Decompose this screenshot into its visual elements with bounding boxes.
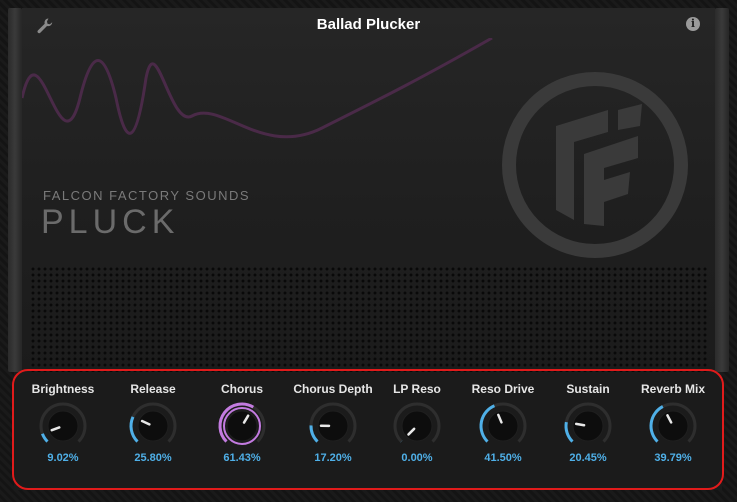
preset-title: Ballad Plucker bbox=[316, 16, 421, 33]
knob-value: 0.00% bbox=[401, 452, 433, 464]
knob-value: 39.79% bbox=[654, 452, 692, 464]
knob-label: Sustain bbox=[566, 382, 610, 396]
knob-body bbox=[47, 410, 79, 442]
knob-dial[interactable] bbox=[308, 401, 358, 451]
knob-value-arc bbox=[41, 433, 49, 443]
speaker-grille bbox=[30, 266, 707, 372]
knob-brightness: Brightness 9.02% bbox=[21, 382, 105, 482]
knob-dial[interactable] bbox=[217, 401, 267, 451]
right-rail bbox=[715, 8, 729, 372]
knob-dial[interactable] bbox=[128, 401, 178, 451]
knob-value-arc bbox=[564, 421, 574, 443]
knob-value: 25.80% bbox=[134, 452, 172, 464]
knob-label: Release bbox=[130, 382, 176, 396]
knob-dial[interactable] bbox=[563, 401, 613, 451]
knob-body bbox=[657, 410, 689, 442]
knob-label: Chorus Depth bbox=[293, 382, 373, 396]
brand-name: PLUCK bbox=[41, 203, 180, 241]
knob-value: 41.50% bbox=[484, 452, 522, 464]
knob-lp-reso: LP Reso 0.00% bbox=[375, 382, 459, 482]
knob-sustain: Sustain 20.45% bbox=[546, 382, 630, 482]
knob-value-arc bbox=[309, 425, 319, 443]
knob-chorus: Chorus 61.43% bbox=[200, 382, 284, 482]
left-rail bbox=[8, 8, 22, 372]
info-icon[interactable]: i bbox=[686, 17, 700, 31]
knob-value-arc bbox=[129, 416, 139, 443]
waveform-graphic bbox=[22, 38, 493, 139]
header-bar: Ballad Plucker i bbox=[22, 8, 715, 40]
knob-label: Reverb Mix bbox=[640, 382, 706, 396]
knob-body bbox=[487, 410, 519, 442]
knob-release: Release 25.80% bbox=[111, 382, 195, 482]
knob-dial[interactable] bbox=[38, 401, 88, 451]
knob-label: Chorus bbox=[221, 382, 263, 396]
knob-reso-drive: Reso Drive 41.50% bbox=[461, 382, 545, 482]
knob-dial[interactable] bbox=[648, 401, 698, 451]
falcon-logo-icon bbox=[502, 72, 688, 258]
knob-label: Reso Drive bbox=[471, 382, 535, 396]
knob-body bbox=[226, 410, 258, 442]
knob-value: 17.20% bbox=[314, 452, 352, 464]
knob-pointer bbox=[574, 422, 586, 427]
instrument-panel: Ballad Plucker i FALCON FACTORY SOUNDS P… bbox=[22, 8, 715, 372]
knob-body bbox=[401, 410, 433, 442]
knob-body bbox=[572, 410, 604, 442]
knob-dial[interactable] bbox=[392, 401, 442, 451]
knob-label: Brightness bbox=[31, 382, 95, 396]
brand-subtitle: FALCON FACTORY SOUNDS bbox=[43, 188, 251, 203]
knob-value: 61.43% bbox=[223, 452, 261, 464]
knob-reverb-mix: Reverb Mix 39.79% bbox=[631, 382, 715, 482]
knob-value: 9.02% bbox=[47, 452, 79, 464]
knob-label: LP Reso bbox=[393, 382, 441, 396]
knob-body bbox=[137, 410, 169, 442]
knob-dial[interactable] bbox=[478, 401, 528, 451]
knob-chorus-depth: Chorus Depth 17.20% bbox=[291, 382, 375, 482]
knob-value: 20.45% bbox=[569, 452, 607, 464]
